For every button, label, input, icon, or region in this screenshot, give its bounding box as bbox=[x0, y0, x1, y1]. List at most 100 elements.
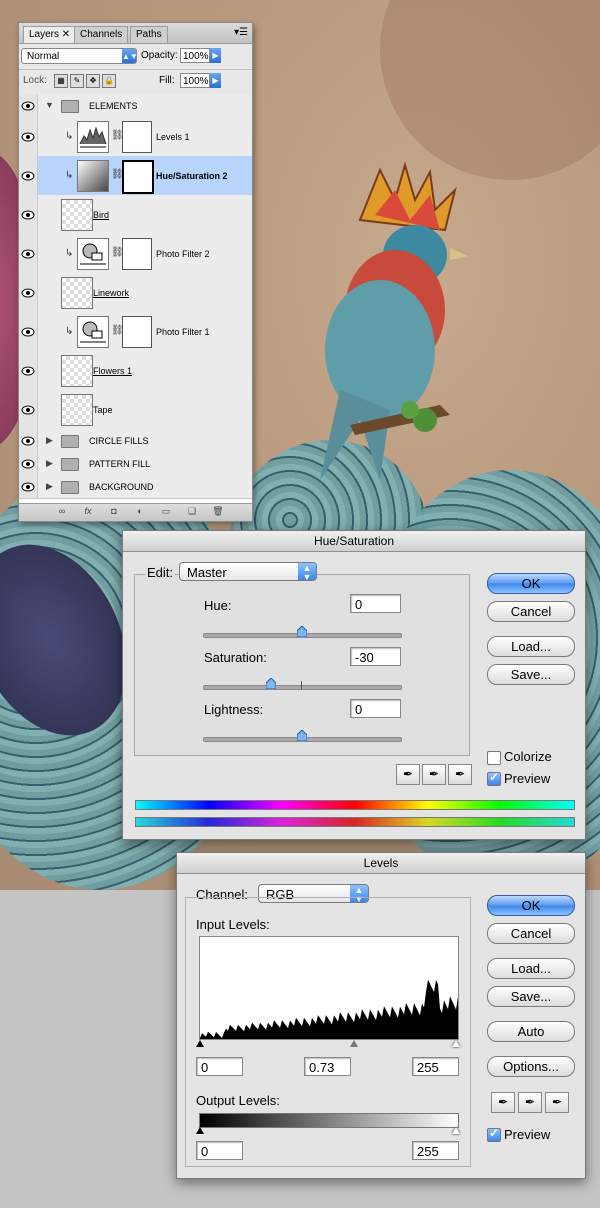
layer-row-bird[interactable]: Bird bbox=[19, 195, 252, 235]
auto-button[interactable]: Auto bbox=[487, 1021, 575, 1042]
output-black-field[interactable]: 0 bbox=[196, 1141, 243, 1160]
input-black-field[interactable]: 0 bbox=[196, 1057, 243, 1076]
visibility-eye-icon[interactable] bbox=[19, 351, 38, 390]
preview-checkbox[interactable] bbox=[487, 1126, 501, 1142]
lightness-slider-knob[interactable] bbox=[297, 730, 307, 741]
layer-mask-thumb[interactable] bbox=[122, 121, 152, 153]
layer-row-elements[interactable]: ▼ ELEMENTS bbox=[19, 95, 252, 118]
layer-row-circle-fills[interactable]: ▶ CIRCLE FILLS bbox=[19, 429, 252, 453]
hue-field[interactable]: 0 bbox=[350, 594, 401, 613]
layer-mask-thumb[interactable] bbox=[122, 316, 152, 348]
eyedropper-plus-icon[interactable]: ✒ bbox=[422, 764, 446, 785]
tab-layers[interactable]: Layers ✕ bbox=[23, 26, 77, 43]
input-white-slider[interactable] bbox=[452, 1040, 460, 1047]
visibility-eye-icon[interactable] bbox=[19, 156, 38, 195]
input-gamma-slider[interactable] bbox=[350, 1040, 358, 1047]
white-eyedropper-icon[interactable]: ✒ bbox=[545, 1092, 569, 1113]
layer-row-photo-filter-2[interactable]: ↳ ⛓ Photo Filter 2 bbox=[19, 234, 252, 274]
lock-pixels-icon[interactable]: ✎ bbox=[70, 74, 84, 88]
preview-checkbox[interactable] bbox=[487, 770, 501, 786]
layer-mask-thumb[interactable] bbox=[122, 238, 152, 270]
adjustment-icon[interactable]: ◐ bbox=[133, 506, 147, 516]
fill-label: Fill: bbox=[159, 75, 175, 86]
visibility-eye-icon[interactable] bbox=[19, 390, 38, 429]
hue-slider-knob[interactable] bbox=[297, 626, 307, 637]
preview-label: Preview bbox=[504, 1127, 551, 1142]
black-eyedropper-icon[interactable]: ✒ bbox=[491, 1092, 515, 1113]
tab-paths[interactable]: Paths bbox=[130, 26, 168, 43]
input-black-slider[interactable] bbox=[196, 1040, 204, 1047]
save-button[interactable]: Save... bbox=[487, 664, 575, 685]
load-button[interactable]: Load... bbox=[487, 636, 575, 657]
fill-field[interactable]: 100% bbox=[180, 73, 210, 88]
visibility-eye-icon[interactable] bbox=[19, 273, 38, 312]
blend-mode-value: Normal bbox=[27, 51, 60, 62]
panel-menu-icon[interactable]: ▾☰ bbox=[234, 27, 248, 38]
visibility-eye-icon[interactable] bbox=[19, 117, 38, 156]
cancel-button[interactable]: Cancel bbox=[487, 601, 575, 622]
visibility-eye-icon[interactable] bbox=[19, 234, 38, 273]
disclosure-closed-icon[interactable]: ▶ bbox=[46, 481, 53, 492]
dialog-title: Hue/Saturation bbox=[123, 531, 585, 552]
colorize-checkbox[interactable] bbox=[487, 751, 501, 765]
output-black-slider[interactable] bbox=[196, 1127, 204, 1134]
options-button[interactable]: Options... bbox=[487, 1056, 575, 1077]
eyedropper-minus-icon[interactable]: ✒ bbox=[448, 764, 472, 785]
lock-all-icon[interactable]: 🔒 bbox=[102, 74, 116, 88]
new-layer-icon[interactable]: ❏ bbox=[185, 506, 199, 517]
visibility-eye-icon[interactable] bbox=[19, 452, 38, 475]
load-button[interactable]: Load... bbox=[487, 958, 575, 979]
folder-icon bbox=[61, 435, 79, 448]
lightness-field[interactable]: 0 bbox=[350, 699, 401, 718]
disclosure-closed-icon[interactable]: ▶ bbox=[46, 435, 53, 446]
visibility-eye-icon[interactable] bbox=[19, 195, 38, 234]
visibility-eye-icon[interactable] bbox=[19, 429, 38, 452]
lock-position-icon[interactable]: ✥ bbox=[86, 74, 100, 88]
output-white-field[interactable]: 255 bbox=[412, 1141, 459, 1160]
tab-channels[interactable]: Channels bbox=[74, 26, 129, 43]
layer-row-pattern-fill[interactable]: ▶ PATTERN FILL bbox=[19, 452, 252, 476]
trash-icon[interactable]: 🗑 bbox=[211, 506, 225, 517]
ok-button[interactable]: OK bbox=[487, 573, 575, 594]
layer-mask-thumb[interactable] bbox=[122, 160, 154, 194]
fill-slider-arrow-icon[interactable]: ▶ bbox=[210, 73, 221, 88]
layer-row-flowers-1[interactable]: Flowers 1 bbox=[19, 351, 252, 391]
opacity-label: Opacity: bbox=[141, 50, 178, 61]
disclosure-closed-icon[interactable]: ▶ bbox=[46, 458, 53, 469]
ok-button[interactable]: OK bbox=[487, 895, 575, 916]
blend-mode-select[interactable]: Normal ▲▼ bbox=[21, 48, 138, 64]
layer-row-tape[interactable]: Tape bbox=[19, 390, 252, 430]
input-gamma-field[interactable]: 0.73 bbox=[304, 1057, 351, 1076]
input-white-field[interactable]: 255 bbox=[412, 1057, 459, 1076]
output-white-slider[interactable] bbox=[452, 1127, 460, 1134]
saturation-slider-track[interactable] bbox=[203, 685, 402, 690]
edit-select[interactable]: Master ▲ ▼ bbox=[179, 562, 317, 582]
bird-illustration bbox=[320, 161, 468, 480]
visibility-eye-icon[interactable] bbox=[19, 95, 38, 117]
mask-icon[interactable]: ◘ bbox=[107, 506, 121, 516]
visibility-eye-icon[interactable] bbox=[19, 312, 38, 351]
layer-row-linework[interactable]: Linework bbox=[19, 273, 252, 313]
layer-row-hue-saturation-2[interactable]: ↳ ⛓ Hue/Saturation 2 bbox=[19, 156, 252, 196]
visibility-eye-icon[interactable] bbox=[19, 475, 38, 498]
gray-eyedropper-icon[interactable]: ✒ bbox=[518, 1092, 542, 1113]
layer-row-photo-filter-1[interactable]: ↳ ⛓ Photo Filter 1 bbox=[19, 312, 252, 352]
layer-name: Levels 1 bbox=[156, 132, 190, 142]
folder-icon[interactable]: ▭ bbox=[159, 506, 173, 517]
clipping-arrow-icon: ↳ bbox=[65, 248, 74, 259]
cancel-button[interactable]: Cancel bbox=[487, 923, 575, 944]
layer-row-levels-1[interactable]: ↳ ⛓ Levels 1 bbox=[19, 117, 252, 157]
opacity-slider-arrow-icon[interactable]: ▶ bbox=[210, 48, 221, 63]
fx-icon[interactable]: fx bbox=[81, 506, 95, 516]
opacity-field[interactable]: 100% bbox=[180, 48, 210, 63]
link-icon[interactable]: ∞ bbox=[55, 506, 69, 516]
layer-name: BACKGROUND bbox=[89, 482, 154, 492]
saturation-slider-knob[interactable] bbox=[266, 678, 276, 689]
eyedropper-icon[interactable]: ✒ bbox=[396, 764, 420, 785]
save-button[interactable]: Save... bbox=[487, 986, 575, 1007]
input-levels-label: Input Levels: bbox=[196, 917, 270, 932]
layer-row-background[interactable]: ▶ BACKGROUND bbox=[19, 475, 252, 499]
saturation-field[interactable]: -30 bbox=[350, 647, 401, 666]
disclosure-open-icon[interactable]: ▼ bbox=[45, 100, 54, 110]
lock-transparency-icon[interactable]: ▦ bbox=[54, 74, 68, 88]
